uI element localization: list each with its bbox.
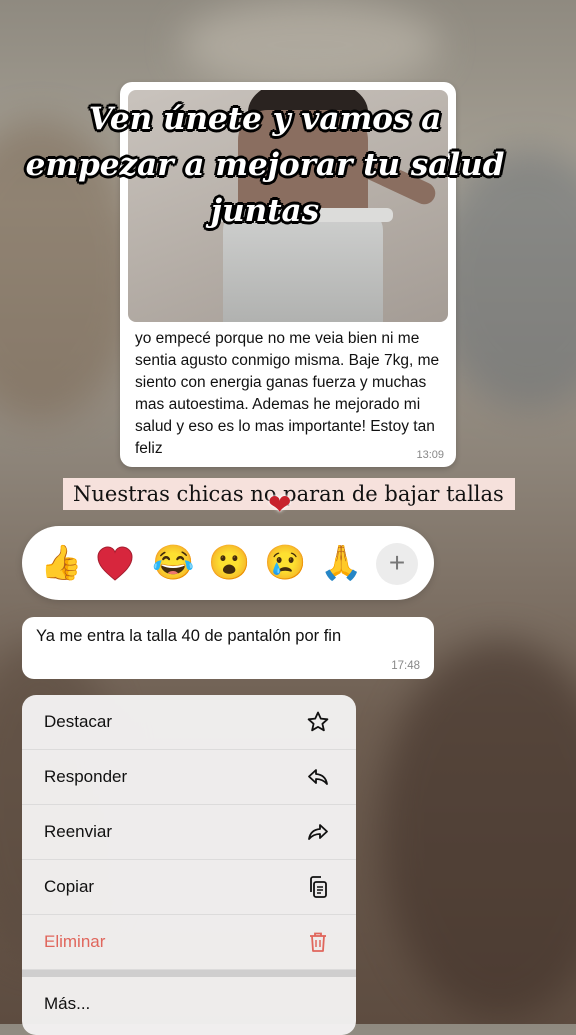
thumbs-up-reaction-icon[interactable]: 👍 xyxy=(40,544,82,582)
more-reactions-button[interactable]: + xyxy=(376,543,418,585)
selected-message-bubble[interactable]: Ya me entra la talla 40 de pantalón por … xyxy=(22,617,434,679)
menu-item-destacar[interactable]: Destacar xyxy=(22,695,356,750)
menu-item-label: Copiar xyxy=(44,877,95,896)
testimonial-timestamp: 13:09 xyxy=(416,449,444,461)
menu-item-responder[interactable]: Responder xyxy=(22,750,356,805)
menu-item-reenviar[interactable]: Reenviar xyxy=(22,805,356,860)
surprised-reaction-icon[interactable]: 😮 xyxy=(208,544,250,582)
copy-icon xyxy=(310,876,327,898)
forward-icon xyxy=(308,824,328,840)
promo-overlay-title: Ven únete y vamos a empezar a mejorar tu… xyxy=(25,101,505,229)
menu-separator xyxy=(22,970,356,977)
menu-item-label: Destacar xyxy=(44,712,113,731)
testimonial-text: yo empecé porque no me veia bien ni me s… xyxy=(135,330,440,457)
message-timestamp: 17:48 xyxy=(391,660,420,672)
praying-hands-reaction-icon[interactable]: 🙏 xyxy=(320,544,362,582)
heart-reaction-icon[interactable] xyxy=(96,546,134,582)
menu-item-copiar[interactable]: Copiar xyxy=(22,860,356,915)
menu-item-label: Reenviar xyxy=(44,822,113,841)
menu-item-label: Eliminar xyxy=(44,932,106,951)
message-text: Ya me entra la talla 40 de pantalón por … xyxy=(36,627,342,645)
crying-reaction-icon[interactable]: 😢 xyxy=(264,544,306,582)
reply-icon xyxy=(308,769,328,785)
star-icon xyxy=(307,711,329,732)
heart-sticker-icon: ❤ xyxy=(268,489,292,520)
menu-item-label: Responder xyxy=(44,767,128,786)
laughing-reaction-icon[interactable]: 😂 xyxy=(152,544,194,582)
menu-item-eliminar[interactable]: Eliminar xyxy=(22,915,356,970)
trash-icon xyxy=(310,932,326,952)
message-context-menu: Destacar Responder Reenviar Copiar Elimi… xyxy=(22,695,356,1035)
reaction-bar: 👍 😂 😮 😢 🙏 + xyxy=(22,526,434,600)
menu-item-label: Más... xyxy=(44,994,91,1013)
